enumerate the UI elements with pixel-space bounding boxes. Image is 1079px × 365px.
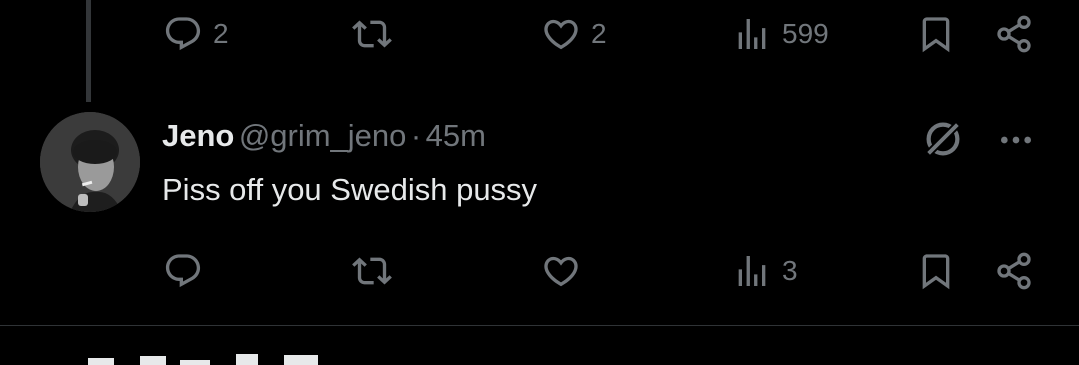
next-section-heading-cutoff [88, 354, 318, 365]
thread-connector-line [86, 0, 91, 102]
more-icon [996, 136, 1036, 164]
heart-icon [541, 14, 581, 54]
retweet-icon [350, 251, 394, 291]
retweet-button[interactable] [350, 251, 394, 291]
avatar-photo [40, 112, 140, 212]
view-count: 599 [782, 18, 829, 49]
like-button[interactable] [541, 251, 581, 291]
bookmark-button[interactable] [916, 251, 956, 291]
author-name[interactable]: Jeno [162, 118, 234, 153]
avatar[interactable] [40, 112, 140, 212]
share-button[interactable] [994, 251, 1034, 291]
more-options-button[interactable] [996, 120, 1036, 165]
grok-icon [920, 120, 966, 166]
heart-icon [541, 251, 581, 291]
tweet-text: Piss off you Swedish pussy [162, 172, 538, 207]
section-divider [0, 325, 1079, 326]
share-icon [994, 14, 1034, 54]
reply-button[interactable] [163, 251, 203, 291]
reply-count: 2 [213, 18, 229, 49]
share-button[interactable] [994, 14, 1034, 54]
bookmark-button[interactable] [916, 14, 956, 54]
author-handle[interactable]: @grim_jeno [239, 118, 407, 153]
reply-button[interactable]: 2 [163, 14, 229, 54]
like-button[interactable]: 2 [541, 14, 607, 54]
reply-header: Jeno @grim_jeno · 45m [162, 118, 486, 154]
analytics-icon [732, 251, 772, 291]
reply-icon [163, 251, 203, 291]
view-count: 3 [782, 255, 798, 286]
analytics-icon [732, 14, 772, 54]
timestamp[interactable]: 45m [426, 118, 486, 153]
grok-button[interactable] [920, 116, 966, 167]
retweet-button[interactable] [350, 14, 394, 54]
header-separator: · [410, 118, 422, 153]
views-button[interactable]: 599 [732, 14, 829, 54]
bookmark-icon [916, 14, 956, 54]
views-button[interactable]: 3 [732, 251, 798, 291]
reply-icon [163, 14, 203, 54]
bookmark-icon [916, 251, 956, 291]
share-icon [994, 251, 1034, 291]
like-count: 2 [591, 18, 607, 49]
retweet-icon [350, 14, 394, 54]
